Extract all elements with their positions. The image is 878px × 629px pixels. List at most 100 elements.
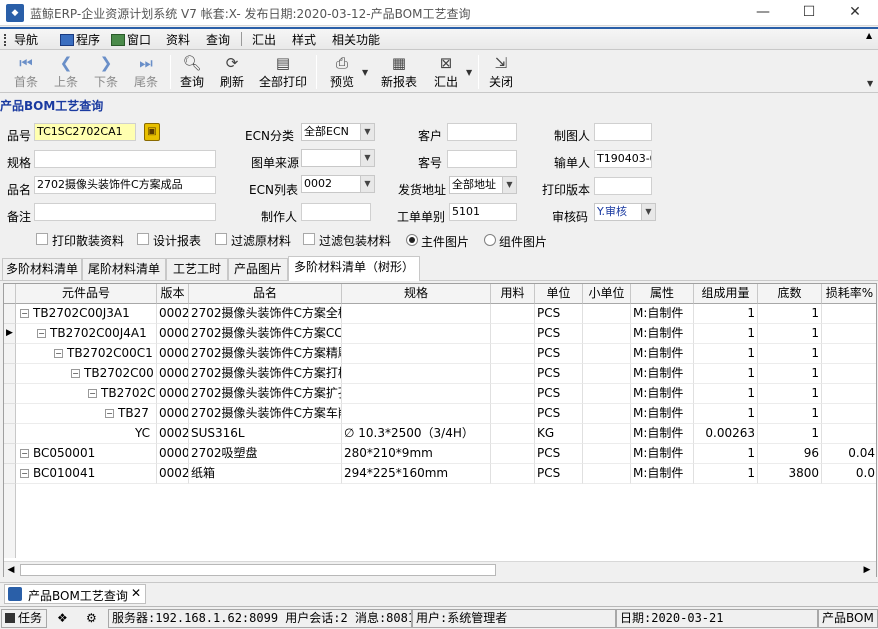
cell-spec[interactable]: 280*210*9mm <box>342 444 491 464</box>
query-button[interactable]: 🔍︎ 查询 <box>172 53 212 91</box>
cell-base[interactable]: 1 <box>758 364 822 384</box>
tree-collapse-icon[interactable]: − <box>105 409 114 418</box>
new-report-button[interactable]: ▦ 新报表 <box>378 53 420 91</box>
cell-version[interactable]: 0000 <box>157 364 189 384</box>
menu-query[interactable]: 查询 <box>206 31 230 48</box>
cell-base[interactable]: 1 <box>758 344 822 364</box>
cell-material-use[interactable] <box>491 304 535 324</box>
minimize-button[interactable]: — <box>740 0 786 26</box>
col-header-material-use[interactable]: 用料 <box>491 284 535 304</box>
preview-dropdown-icon[interactable]: ▼ <box>362 68 368 77</box>
cell-material-use[interactable] <box>491 444 535 464</box>
cell-loss-rate[interactable] <box>822 384 876 404</box>
spec-field[interactable] <box>34 150 216 168</box>
design-report-checkbox[interactable] <box>137 233 149 245</box>
cell-unit[interactable]: PCS <box>535 364 583 384</box>
maximize-button[interactable]: ☐ <box>786 0 832 26</box>
cell-base[interactable]: 1 <box>758 304 822 324</box>
cell-attribute[interactable]: M:自制件 <box>631 424 694 444</box>
export-button[interactable]: ⊠ 汇出 <box>426 53 466 91</box>
cell-spec[interactable] <box>342 304 491 324</box>
print-version-field[interactable] <box>594 177 652 195</box>
cell-spec[interactable]: 294*225*160mm <box>342 464 491 484</box>
tree-collapse-icon[interactable]: − <box>20 449 29 458</box>
last-record-button[interactable]: ⏭ 尾条 <box>126 53 166 91</box>
cell-quantity[interactable]: 1 <box>694 304 758 324</box>
cell-base[interactable]: 1 <box>758 404 822 424</box>
cell-version[interactable]: 0002 <box>157 464 189 484</box>
col-header-base[interactable]: 底数 <box>758 284 822 304</box>
cell-sub-unit[interactable] <box>583 424 631 444</box>
preview-button[interactable]: ⎙ 预览 <box>322 53 362 91</box>
cell-loss-rate[interactable] <box>822 404 876 424</box>
cell-loss-rate[interactable] <box>822 324 876 344</box>
col-header-part-name[interactable]: 品名 <box>189 284 342 304</box>
cell-attribute[interactable]: M:自制件 <box>631 324 694 344</box>
menu-export[interactable]: 汇出 <box>252 31 276 48</box>
ship-address-select[interactable]: 全部地址 ▼ <box>449 176 517 194</box>
cell-part-name[interactable]: SUS316L <box>189 424 342 444</box>
tab-product-images[interactable]: 产品图片 <box>228 258 288 280</box>
cell-base[interactable]: 1 <box>758 324 822 344</box>
cell-material-use[interactable] <box>491 324 535 344</box>
tab-multi-level-bom-tree[interactable]: 多阶材料清单（树形） <box>288 256 420 281</box>
close-window-button[interactable]: ✕ <box>832 0 878 26</box>
row-indicator[interactable] <box>4 384 16 404</box>
doc-source-select[interactable]: ▼ <box>301 149 375 167</box>
close-button[interactable]: ⇲ 关闭 <box>481 53 521 91</box>
book-icon[interactable]: ❖ <box>57 611 68 625</box>
cell-quantity[interactable]: 1 <box>694 404 758 424</box>
cell-base[interactable]: 96 <box>758 444 822 464</box>
col-header-unit[interactable]: 单位 <box>535 284 583 304</box>
cell-spec[interactable] <box>342 324 491 344</box>
cell-version[interactable]: 0000 <box>157 404 189 424</box>
cell-material-use[interactable] <box>491 404 535 424</box>
cell-sub-unit[interactable] <box>583 364 631 384</box>
prev-record-button[interactable]: ❮ 上条 <box>46 53 86 91</box>
export-dropdown-icon[interactable]: ▼ <box>466 68 472 77</box>
cell-base[interactable]: 1 <box>758 384 822 404</box>
work-order-field[interactable]: 5101 <box>449 203 517 221</box>
col-header-attribute[interactable]: 属性 <box>631 284 694 304</box>
tree-collapse-icon[interactable]: − <box>20 469 29 478</box>
tab-leaf-bom[interactable]: 尾阶材料清单 <box>82 258 166 280</box>
tree-collapse-icon[interactable]: − <box>37 329 46 338</box>
cell-spec[interactable] <box>342 364 491 384</box>
cell-material-use[interactable] <box>491 384 535 404</box>
col-header-sub-unit[interactable]: 小单位 <box>583 284 631 304</box>
part-name-field[interactable]: 2702摄像头装饰件C方案成品 <box>34 176 216 194</box>
part-image-radio[interactable] <box>484 234 496 246</box>
cell-attribute[interactable]: M:自制件 <box>631 444 694 464</box>
cell-loss-rate[interactable] <box>822 424 876 444</box>
close-tab-icon[interactable]: ✕ <box>131 586 141 600</box>
tab-process-hours[interactable]: 工艺工时 <box>166 258 228 280</box>
lookup-icon[interactable]: ▣ <box>144 123 160 141</box>
cell-sub-unit[interactable] <box>583 444 631 464</box>
filter-raw-checkbox[interactable] <box>215 233 227 245</box>
col-header-version[interactable]: 版本 <box>157 284 189 304</box>
cell-part-code[interactable]: − TB2702C00J4A1 <box>16 324 157 344</box>
menu-style[interactable]: 样式 <box>292 31 316 48</box>
cell-part-code[interactable]: − BC050001 <box>16 444 157 464</box>
cell-loss-rate[interactable] <box>822 304 876 324</box>
cell-quantity[interactable]: 1 <box>694 384 758 404</box>
next-record-button[interactable]: ❯ 下条 <box>86 53 126 91</box>
cell-base[interactable]: 1 <box>758 424 822 444</box>
row-indicator[interactable] <box>4 444 16 464</box>
cell-spec[interactable]: ∅ 10.3*2500（3/4H） <box>342 424 491 444</box>
cell-quantity[interactable]: 1 <box>694 464 758 484</box>
part-no-field[interactable]: TC1SC2702CA1 <box>34 123 136 141</box>
cell-material-use[interactable] <box>491 364 535 384</box>
first-record-button[interactable]: ⏮ 首条 <box>6 53 46 91</box>
tree-collapse-icon[interactable]: − <box>88 389 97 398</box>
cell-loss-rate[interactable] <box>822 344 876 364</box>
scroll-right-icon[interactable]: ▶ <box>860 563 874 577</box>
tree-collapse-icon[interactable]: − <box>54 349 63 358</box>
cell-unit[interactable]: PCS <box>535 444 583 464</box>
print-all-button[interactable]: ▤ 全部打印 <box>257 53 309 91</box>
cell-attribute[interactable]: M:自制件 <box>631 464 694 484</box>
cell-part-name[interactable]: 2702摄像头装饰件C方案打样 <box>189 364 342 384</box>
customer-no-field[interactable] <box>447 150 517 168</box>
cell-spec[interactable] <box>342 384 491 404</box>
customer-field[interactable] <box>447 123 517 141</box>
